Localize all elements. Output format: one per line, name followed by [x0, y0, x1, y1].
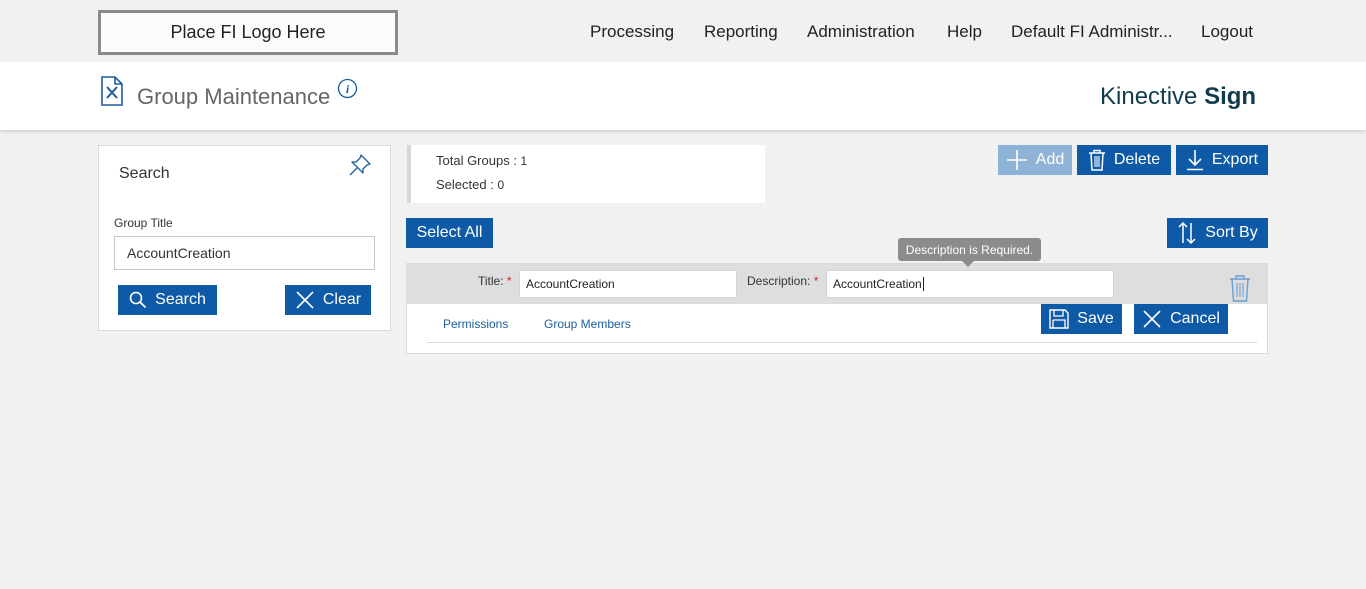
close-icon [1143, 310, 1161, 328]
fi-logo-placeholder: Place FI Logo Here [98, 10, 398, 55]
nav-processing[interactable]: Processing [590, 22, 674, 42]
nav-logout[interactable]: Logout [1201, 22, 1253, 42]
edit-row-header: Title: * AccountCreation Description: * … [407, 264, 1267, 304]
nav-reporting[interactable]: Reporting [704, 22, 778, 42]
group-title-label: Group Title [114, 216, 173, 230]
page-title: Group Maintenance [137, 84, 331, 109]
total-groups-value: 1 [520, 154, 528, 168]
delete-button-label: Delete [1113, 151, 1161, 168]
description-required-marker: * [813, 274, 819, 288]
search-panel: Search Group Title Search Clear [98, 145, 391, 331]
brand-logo: Kinective Sign [1100, 83, 1256, 111]
sort-by-label: Sort By [1205, 224, 1258, 241]
save-button-label: Save [1077, 310, 1114, 327]
export-button[interactable]: Export [1176, 145, 1268, 175]
floppy-disk-icon [1049, 309, 1069, 329]
selected-value: 0 [497, 178, 505, 192]
select-all-label: Select All [416, 224, 483, 241]
sort-by-button[interactable]: Sort By [1167, 218, 1268, 248]
search-button-label: Search [155, 291, 206, 308]
search-button[interactable]: Search [118, 285, 217, 315]
save-button[interactable]: Save [1041, 304, 1122, 334]
nav-help[interactable]: Help [947, 22, 982, 42]
title-label: Title: * [478, 274, 512, 288]
total-groups-label: Total Groups : [436, 153, 521, 168]
sort-icon [1178, 221, 1196, 245]
title-label-text: Title: [478, 274, 504, 288]
download-icon [1186, 150, 1203, 171]
description-label: Description: * [747, 274, 818, 288]
selected-count: Selected : 0 [436, 177, 504, 192]
close-icon [296, 291, 314, 309]
total-groups: Total Groups : 1 [436, 153, 527, 168]
group-counts: Total Groups : 1 Selected : 0 [407, 145, 765, 203]
svg-text:i: i [346, 82, 350, 96]
description-label-text: Description: [747, 274, 811, 288]
trash-icon [1088, 149, 1105, 171]
group-edit-row: Title: * AccountCreation Description: * … [406, 263, 1268, 354]
select-all-button[interactable]: Select All [406, 218, 493, 248]
clear-button-label: Clear [322, 291, 362, 308]
group-title-input[interactable] [114, 236, 375, 270]
add-button[interactable]: Add [998, 145, 1072, 175]
cancel-button[interactable]: Cancel [1134, 304, 1228, 334]
pin-icon[interactable] [347, 152, 373, 178]
cancel-button-label: Cancel [1170, 310, 1220, 327]
selected-label: Selected : [436, 177, 498, 192]
top-bar: Place FI Logo Here Processing Reporting … [0, 0, 1366, 62]
brand-bold: Sign [1204, 83, 1257, 110]
search-icon [129, 291, 147, 309]
brand-regular: Kinective [1100, 83, 1205, 110]
page-header: Group Maintenance i Kinective Sign [0, 62, 1366, 130]
title-input[interactable]: AccountCreation [519, 270, 737, 298]
description-input[interactable]: AccountCreation [826, 270, 1114, 298]
export-button-label: Export [1211, 151, 1259, 168]
delete-row-trash-icon[interactable] [1228, 274, 1252, 302]
info-icon[interactable]: i [337, 78, 358, 99]
tabs-divider [427, 342, 1257, 343]
add-button-label: Add [1035, 151, 1065, 168]
title-required-marker: * [506, 274, 512, 288]
search-heading: Search [119, 165, 170, 182]
document-tools-icon [101, 76, 123, 106]
title-input-value: AccountCreation [526, 277, 615, 291]
clear-button[interactable]: Clear [285, 285, 371, 315]
nav-administration[interactable]: Administration [807, 22, 915, 42]
delete-button[interactable]: Delete [1077, 145, 1171, 175]
text-cursor [922, 277, 924, 291]
plus-icon [1006, 150, 1027, 170]
nav-user-menu[interactable]: Default FI Administr... [1011, 22, 1173, 42]
validation-tooltip: Description is Required. [898, 238, 1041, 267]
tab-group-members[interactable]: Group Members [544, 317, 631, 331]
tab-permissions[interactable]: Permissions [443, 317, 508, 331]
description-input-value: AccountCreation [833, 277, 922, 291]
